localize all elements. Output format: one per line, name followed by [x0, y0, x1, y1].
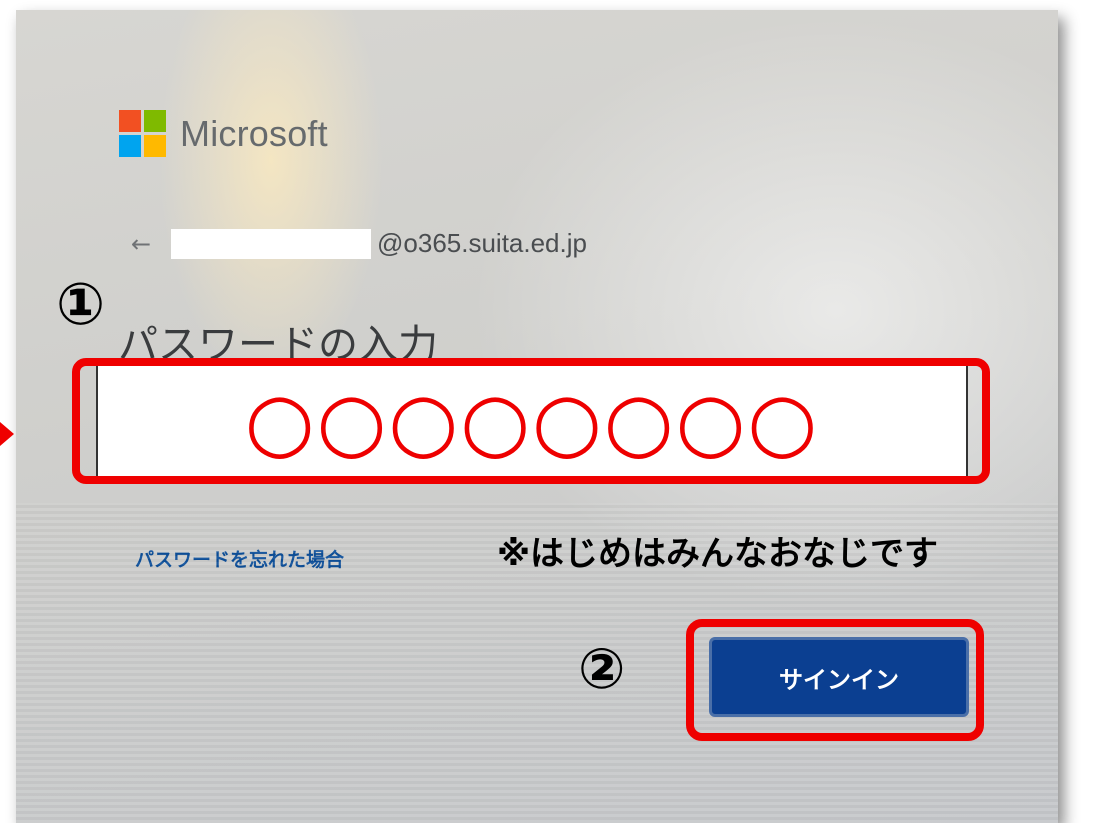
- step-1-marker: ①: [56, 270, 106, 338]
- microsoft-logo: Microsoft: [119, 110, 328, 157]
- account-domain: @o365.suita.ed.jp: [377, 228, 587, 258]
- password-highlight-box: [72, 358, 990, 484]
- brand-name: Microsoft: [180, 112, 328, 154]
- step-2-marker: ②: [578, 637, 626, 702]
- redacted-username: [171, 228, 371, 259]
- microsoft-logo-icon: [119, 110, 166, 157]
- pointer-arrow-icon: [0, 422, 14, 446]
- forgot-password-link[interactable]: パスワードを忘れた場合: [135, 545, 344, 572]
- password-note: ※はじめはみんなおなじです: [497, 534, 939, 574]
- left-arrow-icon[interactable]: ←: [131, 230, 171, 258]
- account-row: ← @o365.suita.ed.jp: [131, 228, 587, 259]
- signin-highlight-box: [686, 619, 984, 741]
